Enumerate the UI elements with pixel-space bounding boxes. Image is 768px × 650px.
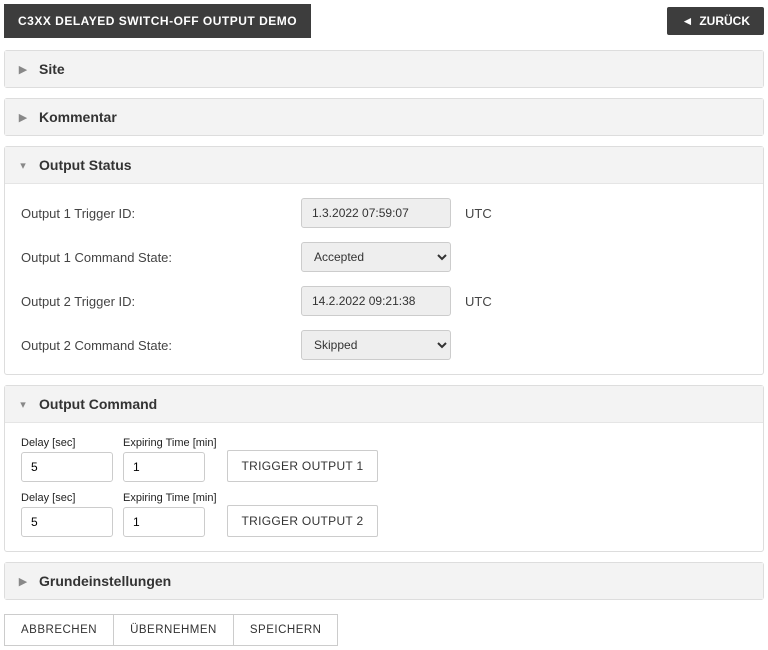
chevron-right-icon: ▶ — [17, 575, 29, 588]
page-title: C3XX DELAYED SWITCH-OFF OUTPUT DEMO — [4, 4, 311, 38]
input-output2-trigger — [301, 286, 451, 316]
chevron-right-icon: ▶ — [17, 63, 29, 76]
suffix-utc: UTC — [465, 294, 492, 309]
row-output2-state: Output 2 Command State: Skipped — [21, 330, 747, 360]
label-output2-state: Output 2 Command State: — [21, 338, 301, 353]
label-output2-trigger: Output 2 Trigger ID: — [21, 294, 301, 309]
panel-grund-header[interactable]: ▶ Grundeinstellungen — [5, 563, 763, 599]
panel-site-title: Site — [39, 61, 65, 77]
suffix-utc: UTC — [465, 206, 492, 221]
chevron-down-icon: ▾ — [17, 159, 29, 172]
panel-site-header[interactable]: ▶ Site — [5, 51, 763, 87]
input-delay-2[interactable] — [21, 507, 113, 537]
label-output1-state: Output 1 Command State: — [21, 250, 301, 265]
back-button[interactable]: ◄ ZURÜCK — [667, 7, 764, 35]
trigger-output-2-button[interactable]: TRIGGER OUTPUT 2 — [227, 505, 379, 537]
apply-button[interactable]: ÜBERNEHMEN — [114, 614, 234, 646]
row-output1-trigger: Output 1 Trigger ID: UTC — [21, 198, 747, 228]
select-output2-state[interactable]: Skipped — [301, 330, 451, 360]
panel-output-status: ▾ Output Status Output 1 Trigger ID: UTC… — [4, 146, 764, 375]
panel-kommentar-title: Kommentar — [39, 109, 117, 125]
input-delay-1[interactable] — [21, 452, 113, 482]
arrow-left-icon: ◄ — [681, 14, 693, 28]
panel-output-command-header[interactable]: ▾ Output Command — [5, 386, 763, 423]
panel-output-status-title: Output Status — [39, 157, 132, 173]
back-button-label: ZURÜCK — [699, 14, 750, 28]
footer-buttons: ABBRECHEN ÜBERNEHMEN SPEICHERN — [4, 614, 764, 646]
save-button[interactable]: SPEICHERN — [234, 614, 339, 646]
panel-kommentar-header[interactable]: ▶ Kommentar — [5, 99, 763, 135]
label-delay: Delay [sec] — [21, 437, 113, 449]
panel-site: ▶ Site — [4, 50, 764, 88]
panel-kommentar: ▶ Kommentar — [4, 98, 764, 136]
panel-grundeinstellungen: ▶ Grundeinstellungen — [4, 562, 764, 600]
command-row-2: Delay [sec] Expiring Time [min] TRIGGER … — [21, 492, 747, 537]
label-expire: Expiring Time [min] — [123, 492, 217, 504]
select-output1-state[interactable]: Accepted — [301, 242, 451, 272]
command-row-1: Delay [sec] Expiring Time [min] TRIGGER … — [21, 437, 747, 482]
panel-output-command-title: Output Command — [39, 396, 157, 412]
label-expire: Expiring Time [min] — [123, 437, 217, 449]
row-output1-state: Output 1 Command State: Accepted — [21, 242, 747, 272]
trigger-output-1-button[interactable]: TRIGGER OUTPUT 1 — [227, 450, 379, 482]
panel-output-command: ▾ Output Command Delay [sec] Expiring Ti… — [4, 385, 764, 552]
panel-output-status-header[interactable]: ▾ Output Status — [5, 147, 763, 184]
label-delay: Delay [sec] — [21, 492, 113, 504]
input-expire-1[interactable] — [123, 452, 205, 482]
chevron-right-icon: ▶ — [17, 111, 29, 124]
row-output2-trigger: Output 2 Trigger ID: UTC — [21, 286, 747, 316]
label-output1-trigger: Output 1 Trigger ID: — [21, 206, 301, 221]
input-output1-trigger — [301, 198, 451, 228]
input-expire-2[interactable] — [123, 507, 205, 537]
chevron-down-icon: ▾ — [17, 398, 29, 411]
panel-grund-title: Grundeinstellungen — [39, 573, 171, 589]
cancel-button[interactable]: ABBRECHEN — [4, 614, 114, 646]
